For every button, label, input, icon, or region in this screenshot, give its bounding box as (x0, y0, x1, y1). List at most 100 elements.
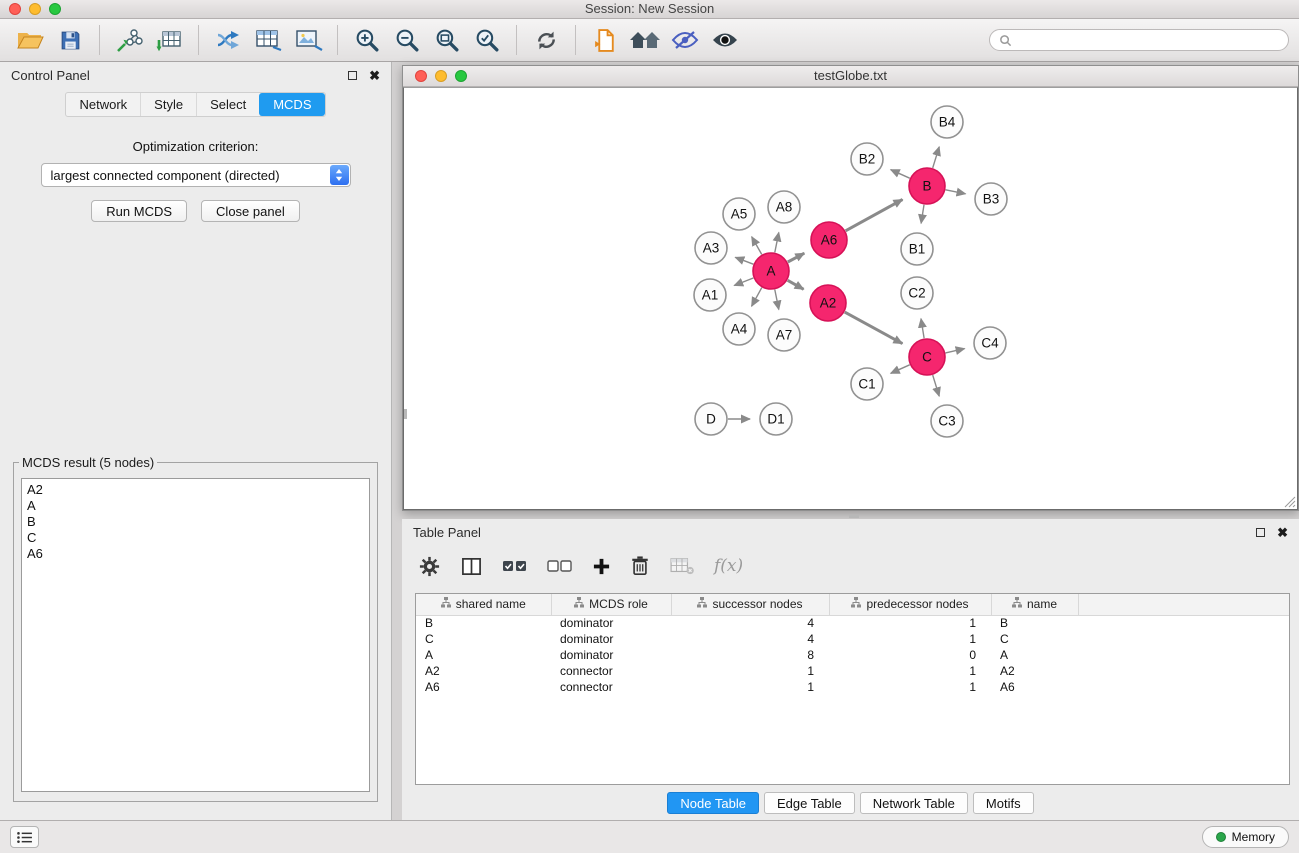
show-graphics-button[interactable] (708, 22, 742, 58)
table-row[interactable]: Adominator80A (416, 647, 1289, 663)
table-cell[interactable]: C (991, 631, 1078, 647)
table-cell[interactable]: B (416, 615, 551, 631)
graph-edge[interactable] (775, 233, 779, 253)
minimize-network-window-button[interactable] (435, 70, 447, 82)
tab-style[interactable]: Style (140, 93, 196, 116)
column-header-MCDS-role[interactable]: MCDS role (551, 594, 671, 615)
graph-node-A5[interactable]: A5 (723, 198, 755, 230)
table-cell[interactable]: dominator (551, 615, 671, 631)
graph-node-C[interactable]: C (909, 339, 945, 375)
graph-node-B[interactable]: B (909, 168, 945, 204)
minimize-window-button[interactable] (29, 3, 41, 15)
graph-node-A4[interactable]: A4 (723, 313, 755, 345)
graph-node-C3[interactable]: C3 (931, 405, 963, 437)
table-cell[interactable]: 1 (671, 663, 829, 679)
export-image-button[interactable] (291, 22, 325, 58)
table-cell[interactable]: connector (551, 663, 671, 679)
graph-edge[interactable] (845, 312, 903, 344)
graph-edge[interactable] (788, 280, 804, 289)
graph-edge[interactable] (933, 147, 940, 168)
graph-node-B2[interactable]: B2 (851, 143, 883, 175)
table-cell[interactable]: A2 (991, 663, 1078, 679)
table-cell[interactable]: 1 (829, 615, 991, 631)
graph-node-A7[interactable]: A7 (768, 319, 800, 351)
tab-network-table[interactable]: Network Table (860, 792, 968, 814)
memory-button[interactable]: Memory (1202, 826, 1289, 848)
close-network-window-button[interactable] (415, 70, 427, 82)
column-header-shared-name[interactable]: shared name (416, 594, 551, 615)
tab-select[interactable]: Select (196, 93, 259, 116)
float-panel-icon[interactable] (348, 71, 357, 80)
refresh-button[interactable] (529, 22, 563, 58)
graph-edge[interactable] (946, 190, 966, 194)
deselect-all-button[interactable] (547, 557, 573, 575)
delete-column-button[interactable] (630, 555, 650, 577)
list-item[interactable]: C (27, 530, 364, 546)
list-item[interactable]: A (27, 498, 364, 514)
graph-node-C1[interactable]: C1 (851, 368, 883, 400)
tab-node-table[interactable]: Node Table (667, 792, 759, 814)
graph-node-D1[interactable]: D1 (760, 403, 792, 435)
zoom-selected-button[interactable] (470, 22, 504, 58)
table-cell[interactable]: A6 (991, 679, 1078, 695)
graph-edge[interactable] (933, 375, 940, 396)
table-cell[interactable]: 1 (829, 663, 991, 679)
table-cell[interactable]: A6 (416, 679, 551, 695)
resize-grip[interactable] (1284, 496, 1296, 508)
search-box[interactable] (989, 29, 1289, 51)
table-cell[interactable]: 8 (671, 647, 829, 663)
table-cell[interactable]: 4 (671, 615, 829, 631)
delete-table-button[interactable] (669, 556, 695, 576)
graph-node-B3[interactable]: B3 (975, 183, 1007, 215)
open-session-button[interactable] (13, 22, 47, 58)
horizontal-scroll-indicator[interactable] (849, 515, 859, 518)
close-table-panel-icon[interactable]: ✖ (1277, 528, 1288, 538)
graph-node-C4[interactable]: C4 (974, 327, 1006, 359)
add-column-button[interactable] (592, 557, 611, 576)
graph-edge[interactable] (752, 237, 762, 255)
close-panel-button[interactable]: Close panel (201, 200, 300, 222)
hide-graphics-button[interactable] (668, 22, 702, 58)
zoom-network-window-button[interactable] (455, 70, 467, 82)
graph-node-A8[interactable]: A8 (768, 191, 800, 223)
tab-edge-table[interactable]: Edge Table (764, 792, 855, 814)
float-table-panel-icon[interactable] (1256, 528, 1265, 537)
table-settings-button[interactable] (418, 555, 441, 578)
home-button[interactable] (628, 22, 662, 58)
table-cell[interactable]: A2 (416, 663, 551, 679)
graph-node-A[interactable]: A (753, 253, 789, 289)
list-item[interactable]: A2 (27, 482, 364, 498)
table-row[interactable]: A6connector11A6 (416, 679, 1289, 695)
run-mcds-button[interactable]: Run MCDS (91, 200, 187, 222)
table-cell[interactable]: A (416, 647, 551, 663)
tab-network[interactable]: Network (66, 93, 140, 116)
zoom-window-button[interactable] (49, 3, 61, 15)
task-history-button[interactable] (10, 826, 39, 848)
import-table-button[interactable] (152, 22, 186, 58)
graph-node-C2[interactable]: C2 (901, 277, 933, 309)
column-header-predecessor-nodes[interactable]: predecessor nodes (829, 594, 991, 615)
column-header-successor-nodes[interactable]: successor nodes (671, 594, 829, 615)
tab-mcds[interactable]: MCDS (259, 93, 324, 116)
table-cell[interactable]: dominator (551, 647, 671, 663)
zoom-in-button[interactable] (350, 22, 384, 58)
table-cell[interactable]: 4 (671, 631, 829, 647)
search-input[interactable] (1017, 33, 1279, 47)
table-cell[interactable]: 0 (829, 647, 991, 663)
show-columns-button[interactable] (460, 556, 483, 577)
graph-edge[interactable] (891, 170, 910, 179)
table-cell[interactable]: C (416, 631, 551, 647)
graph-edge[interactable] (734, 278, 753, 286)
zoom-out-button[interactable] (390, 22, 424, 58)
mcds-result-list[interactable]: A2ABCA6 (21, 478, 370, 792)
function-builder-button[interactable]: f(x) (714, 556, 743, 576)
new-network-from-selection-button[interactable] (251, 22, 285, 58)
list-item[interactable]: B (27, 514, 364, 530)
save-session-button[interactable] (53, 22, 87, 58)
first-neighbors-button[interactable] (211, 22, 245, 58)
graph-edge[interactable] (921, 319, 924, 339)
table-cell[interactable]: 1 (829, 679, 991, 695)
import-network-button[interactable] (112, 22, 146, 58)
graph-edge[interactable] (846, 200, 903, 231)
column-header-name[interactable]: name (991, 594, 1078, 615)
